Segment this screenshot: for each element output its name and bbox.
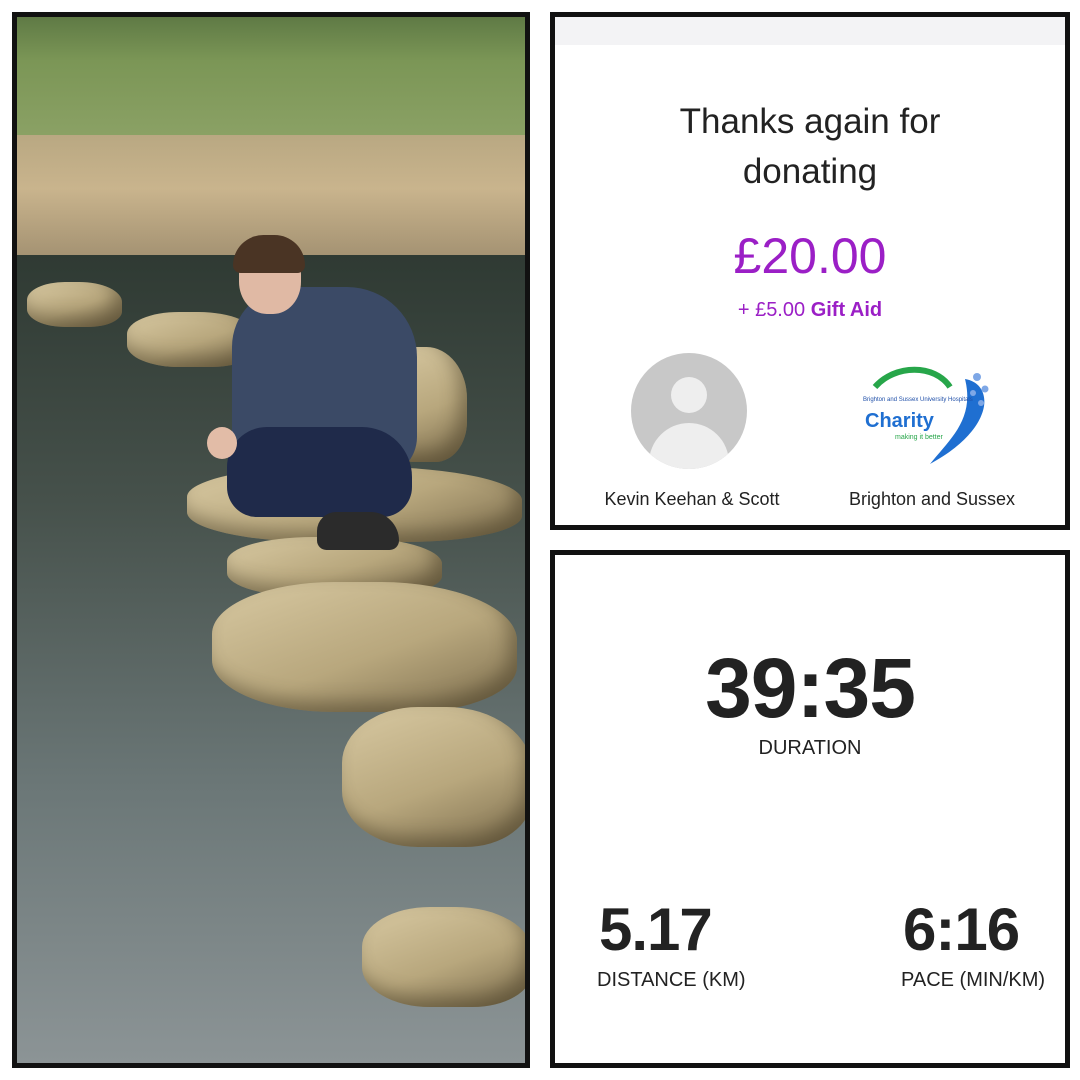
donation-amount: £20.00: [733, 228, 887, 284]
photo-panel: [12, 12, 530, 1068]
stone: [362, 907, 525, 1007]
pace-value: 6:16: [903, 896, 1020, 963]
stone: [212, 582, 517, 712]
pace-label: PACE (MIN/KM): [901, 969, 1046, 991]
charity-name: Brighton and Sussex: [848, 489, 1016, 509]
stone: [342, 707, 525, 847]
gift-aid-label: Gift Aid: [810, 299, 883, 321]
donor-avatar-icon[interactable]: [631, 353, 747, 469]
donor-name: Kevin Keehan & Scott: [604, 489, 780, 509]
grass-bank: [17, 17, 525, 142]
duration-label: DURATION: [758, 737, 862, 759]
river-stepping-stones-photo: [17, 17, 525, 1063]
run-summary-panel: 39:35 DURATION 5.17 DISTANCE (KM) 6:16 P…: [550, 550, 1070, 1068]
donation-confirmation-panel: Thanks again for donating £20.00 + £5.00…: [550, 12, 1070, 530]
duration-value: 39:35: [705, 641, 916, 735]
top-bar: [555, 17, 1065, 45]
thank-you-heading: Thanks again for donating: [679, 102, 941, 191]
gift-aid-line: + £5.00 Gift Aid: [555, 299, 1065, 322]
charity-logo[interactable]: Brighton and Sussex University Hospitals…: [855, 359, 1005, 469]
gift-aid-amount: + £5.00: [737, 299, 806, 321]
distance-label: DISTANCE (KM): [597, 969, 746, 991]
stone: [27, 282, 122, 327]
charity-logo-tag: making it better: [895, 434, 944, 441]
charity-logo-text: Charity: [865, 410, 935, 432]
distance-value: 5.17: [599, 896, 713, 963]
charity-logo-small-text: Brighton and Sussex University Hospitals: [863, 397, 973, 403]
